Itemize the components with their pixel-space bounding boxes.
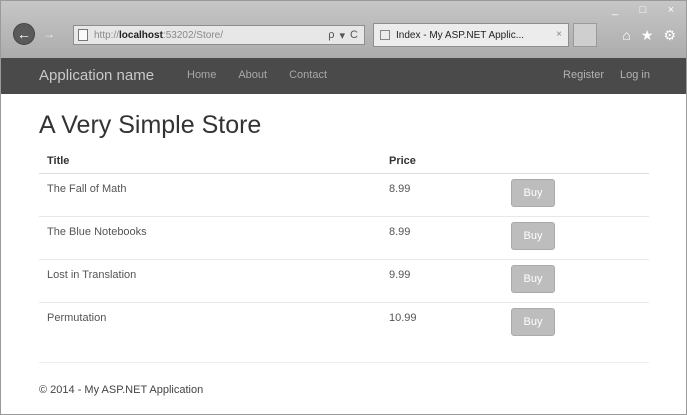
- table-row: The Blue Notebooks 8.99 Buy: [39, 217, 649, 260]
- address-bar-icons: ρ ▾ C: [328, 29, 358, 42]
- nav-contact-link[interactable]: Contact: [289, 69, 327, 81]
- home-icon[interactable]: ⌂: [622, 27, 630, 44]
- browser-tab[interactable]: Index - My ASP.NET Applic... ×: [373, 23, 569, 47]
- item-price: 9.99: [389, 269, 411, 281]
- favicon-icon: [380, 30, 390, 40]
- nav-home-link[interactable]: Home: [187, 69, 216, 81]
- table-row: The Fall of Math 8.99 Buy: [39, 174, 649, 217]
- page-content: A Very Simple Store Title Price The Fall…: [1, 94, 686, 414]
- page-title: A Very Simple Store: [39, 111, 262, 139]
- item-price: 10.99: [389, 312, 417, 324]
- url-host: localhost: [119, 29, 163, 41]
- browser-tools: ⌂ ★ ⚙: [622, 27, 676, 44]
- table-row: Permutation 10.99 Buy: [39, 303, 649, 346]
- forward-button[interactable]: →: [41, 26, 57, 42]
- page-icon: [78, 29, 88, 41]
- register-link[interactable]: Register: [563, 69, 604, 81]
- login-link[interactable]: Log in: [620, 69, 650, 81]
- buy-button[interactable]: Buy: [511, 308, 555, 336]
- minimize-button[interactable]: _: [608, 4, 622, 16]
- window-controls: _ □ ×: [608, 4, 678, 16]
- buy-button[interactable]: Buy: [511, 222, 555, 250]
- close-tab-icon[interactable]: ×: [556, 29, 562, 40]
- page-footer: © 2014 - My ASP.NET Application: [39, 384, 204, 396]
- item-price: 8.99: [389, 226, 411, 238]
- refresh-icon[interactable]: C: [350, 29, 358, 42]
- item-title: The Blue Notebooks: [47, 226, 147, 238]
- account-links: Register Log in: [563, 69, 650, 81]
- chevron-down-icon[interactable]: ▾: [340, 29, 346, 42]
- browser-window: _ □ × ← → http:// localhost :53202/Store…: [0, 0, 687, 415]
- site-navbar: Application name Home About Contact Regi…: [1, 58, 686, 94]
- maximize-button[interactable]: □: [636, 4, 650, 16]
- star-icon[interactable]: ★: [641, 27, 654, 44]
- search-icon[interactable]: ρ: [328, 29, 334, 42]
- nav-links: Home About Contact: [187, 69, 349, 81]
- store-table: Title Price The Fall of Math 8.99 Buy Th…: [39, 152, 649, 346]
- new-tab-button[interactable]: [573, 23, 597, 47]
- brand-link[interactable]: Application name: [39, 67, 154, 84]
- item-title: The Fall of Math: [47, 183, 127, 195]
- url-path: :53202/Store/: [162, 29, 223, 41]
- table-header: Title Price: [39, 152, 649, 174]
- url-protocol: http://: [94, 29, 120, 41]
- gear-icon[interactable]: ⚙: [663, 27, 676, 44]
- address-bar[interactable]: http:// localhost :53202/Store/ ρ ▾ C: [73, 25, 365, 45]
- browser-chrome: _ □ × ← → http:// localhost :53202/Store…: [1, 1, 686, 58]
- item-title: Lost in Translation: [47, 269, 137, 281]
- back-button[interactable]: ←: [13, 23, 35, 45]
- arrow-left-icon: ←: [17, 26, 31, 42]
- buy-button[interactable]: Buy: [511, 265, 555, 293]
- buy-button[interactable]: Buy: [511, 179, 555, 207]
- nav-about-link[interactable]: About: [238, 69, 267, 81]
- table-row: Lost in Translation 9.99 Buy: [39, 260, 649, 303]
- column-header-title: Title: [47, 155, 70, 167]
- item-price: 8.99: [389, 183, 411, 195]
- arrow-right-icon: →: [43, 27, 55, 41]
- footer-divider: [39, 362, 649, 363]
- item-title: Permutation: [47, 312, 107, 324]
- tab-title: Index - My ASP.NET Applic...: [396, 29, 525, 41]
- close-window-button[interactable]: ×: [664, 4, 678, 16]
- column-header-price: Price: [389, 155, 416, 167]
